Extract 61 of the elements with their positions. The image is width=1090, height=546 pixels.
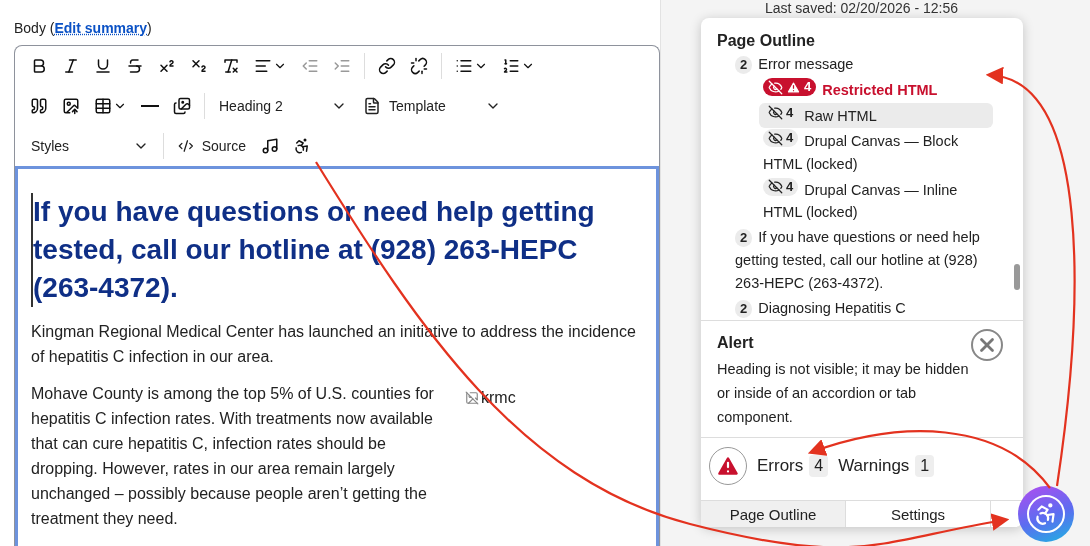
warning-icon	[786, 79, 801, 95]
accessibility-icon	[293, 137, 311, 155]
unlink-icon	[410, 57, 428, 75]
count-label: Errors	[757, 456, 804, 476]
link-icon	[378, 57, 396, 75]
underline-icon	[94, 57, 112, 75]
eye-off-icon	[768, 179, 783, 194]
styles-select[interactable]: Styles	[25, 134, 155, 158]
subscript-icon	[190, 57, 208, 75]
field-label-suffix: )	[147, 20, 152, 36]
quote-icon	[30, 97, 48, 115]
broken-image-icon	[465, 390, 479, 405]
outline-item[interactable]: 4 Drupal Canvas — Inline HTML (locked)	[759, 176, 993, 225]
eye-off-icon	[768, 130, 783, 146]
count-badge: 1	[915, 455, 935, 477]
template-select[interactable]: Template	[357, 93, 507, 119]
heading-level-badge: 4	[763, 78, 817, 96]
last-saved-text: Last saved: 02/20/2026 - 12:56	[765, 0, 960, 16]
strikethrough-icon	[126, 57, 144, 75]
alert-title: Alert	[717, 333, 754, 353]
image-upload-icon	[62, 97, 80, 115]
indent-icon	[333, 57, 351, 75]
panel-title: Page Outline	[716, 31, 816, 51]
media-embed-icon	[261, 137, 279, 155]
bulleted-list-icon	[455, 57, 473, 75]
numbered-list-icon	[502, 57, 520, 75]
code-icon	[178, 137, 194, 155]
field-label: Body (	[14, 20, 55, 36]
count-label: Warnings	[838, 456, 910, 476]
outline-item[interactable]: 2 Error message	[731, 52, 993, 77]
heading-level-badge: 2	[735, 300, 753, 318]
superscript-icon	[158, 57, 176, 75]
content-paragraph: Mohave County is among the top 5% of U.S. counties for hepatitis C infection rates. With treatments now available that can cure hepatitis C, infection rates should be dropping. However, rates in our area remain largely unchanged – possibly because people aren’t getting the treatment they need.	[31, 384, 435, 529]
outline-item[interactable]: 4 Raw HTML	[759, 102, 993, 128]
outline-item[interactable]: 4 Drupal Canvas — Block HTML (locked)	[759, 128, 993, 177]
edit-summary-link[interactable]: Edit summary	[54, 20, 148, 36]
heading-level-badge: 2	[735, 229, 753, 247]
panel-tab[interactable]: Page Outline	[701, 501, 846, 527]
heading-level-badge: 4	[763, 129, 799, 147]
heading-level-badge: 4	[763, 177, 799, 196]
outline-item[interactable]: 2 Diagnosing Hepatitis C	[731, 296, 993, 320]
italic-icon	[62, 57, 80, 75]
scrollbar-thumb[interactable]	[1014, 264, 1020, 290]
horizontal-line-icon	[141, 105, 159, 107]
count-badge: 4	[809, 455, 829, 477]
close-button[interactable]	[971, 329, 1003, 361]
table-icon	[94, 97, 112, 115]
media-icon	[173, 97, 191, 115]
eye-off-icon	[768, 79, 783, 95]
remove-format-icon	[222, 57, 240, 75]
source-button[interactable]: Source	[172, 133, 252, 159]
panel-tab[interactable]: Settings	[846, 501, 991, 527]
outline-item[interactable]: 2 If you have questions or need help getting tested, call our hotline at (928) 263-HEPC (263-4372).	[731, 225, 993, 296]
alert-message: Heading is not visible; it may be hidden or inside of an accordion or tab component.	[717, 360, 970, 427]
outdent-icon	[301, 57, 319, 75]
heading-level-badge: 2	[735, 56, 753, 74]
eye-off-icon	[768, 105, 783, 120]
align-icon	[254, 57, 272, 75]
outline-item[interactable]: 4 Restricted HTML	[759, 77, 993, 103]
document-icon	[363, 97, 381, 115]
heading-select[interactable]: Heading 2	[213, 94, 353, 118]
